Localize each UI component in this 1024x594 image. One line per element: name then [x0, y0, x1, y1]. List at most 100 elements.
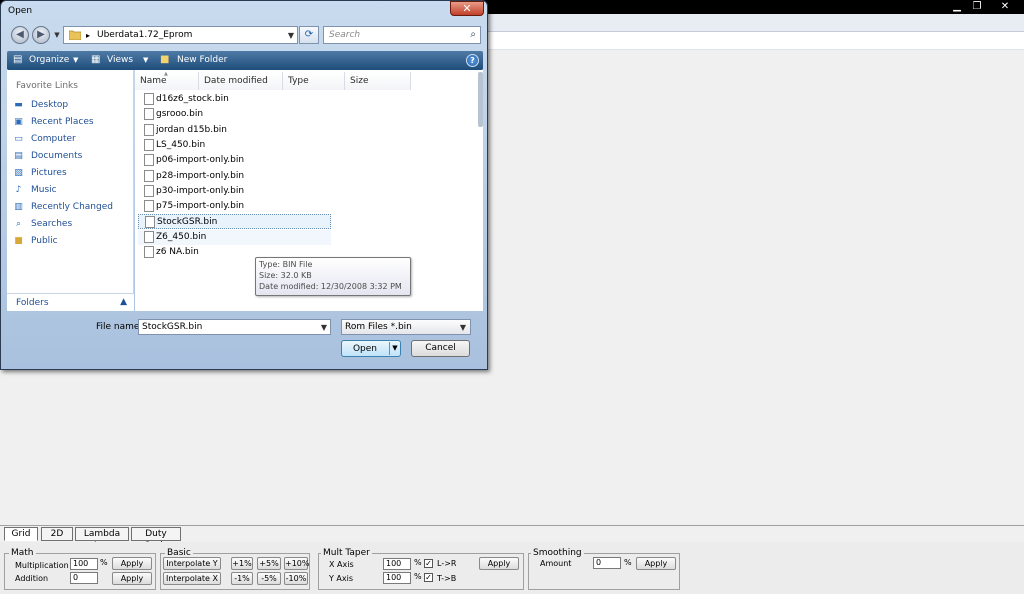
sidebar-item-documents[interactable]: ▤ Documents [12, 149, 130, 163]
file-row[interactable]: gsrooo.bin [138, 107, 331, 122]
file-row[interactable]: jordan d15b.bin [138, 123, 331, 138]
multiplication-input[interactable]: 100 [70, 558, 98, 570]
y-axis-input[interactable]: 100 [383, 572, 411, 584]
column-header-size[interactable]: Size [345, 72, 411, 90]
forward-button[interactable]: ▶ [32, 26, 50, 44]
folders-label: Folders [16, 298, 49, 308]
plus-1-percent-button[interactable]: +1% [231, 557, 253, 570]
sidebar-item-public[interactable]: ■ Public [12, 234, 130, 248]
organize-dropdown-icon[interactable]: ▼ [73, 54, 78, 66]
search-input[interactable]: Search ⌕ [323, 26, 481, 44]
views-icon: ▦ [91, 54, 101, 65]
interpolate-x-button[interactable]: Interpolate X [163, 572, 221, 585]
views-button[interactable]: Views [107, 54, 133, 66]
search-icon[interactable]: ⌕ [470, 29, 476, 41]
chevron-down-icon[interactable]: ▼ [460, 322, 466, 333]
sidebar-item-computer[interactable]: ▭ Computer [12, 132, 130, 146]
file-row[interactable]: p06-import-only.bin [138, 153, 331, 168]
multiplication-percent: % [100, 558, 108, 567]
refresh-button[interactable]: ⟳ [299, 26, 319, 44]
file-row[interactable]: p28-import-only.bin [138, 169, 331, 184]
smoothing-apply-button[interactable]: Apply [636, 557, 676, 570]
open-file-dialog: Open ✕ ◀ ▶ ▼ ▸ Uberdata1.72_Eprom ▼ ⟳ Se… [0, 0, 488, 370]
open-button[interactable]: Open ▼ [341, 340, 401, 357]
documents-icon: ▤ [14, 151, 23, 161]
column-header-date-modified[interactable]: Date modified [199, 72, 283, 90]
file-row-hovered[interactable]: Z6_450.bin [138, 230, 331, 245]
file-type-select[interactable]: Rom Files *.bin ▼ [341, 319, 471, 335]
file-name: p06-import-only.bin [156, 155, 245, 165]
sidebar-item-recently-changed[interactable]: ▥ Recently Changed [12, 200, 130, 214]
file-type-value: Rom Files *.bin [345, 322, 412, 332]
plus-5-percent-button[interactable]: +5% [257, 557, 281, 570]
scrollbar-thumb[interactable] [478, 72, 483, 127]
interpolate-y-button[interactable]: Interpolate Y [163, 557, 221, 570]
math-apply-addition-button[interactable]: Apply [112, 572, 152, 585]
help-icon[interactable]: ? [466, 54, 479, 67]
mult-taper-apply-button[interactable]: Apply [479, 557, 519, 570]
sort-ascending-icon: ▲ [164, 71, 168, 77]
breadcrumb-current-folder[interactable]: Uberdata1.72_Eprom [97, 30, 192, 41]
address-dropdown-icon[interactable]: ▼ [288, 30, 294, 41]
sidebar-item-searches[interactable]: ⌕ Searches [12, 217, 130, 231]
recent-pages-dropdown-icon[interactable]: ▼ [52, 29, 62, 41]
maximize-button[interactable]: ❐ [968, 0, 986, 14]
file-name: LS_450.bin [156, 140, 206, 150]
x-axis-input[interactable]: 100 [383, 558, 411, 570]
close-window-button[interactable]: ✕ [994, 0, 1016, 14]
breadcrumb-separator-icon: ▸ [86, 31, 91, 40]
new-folder-button[interactable]: New Folder [177, 54, 227, 66]
file-row[interactable]: p75-import-only.bin [138, 199, 331, 214]
address-bar[interactable]: ▸ Uberdata1.72_Eprom ▼ [63, 26, 298, 44]
back-arrow-icon: ◀ [16, 29, 24, 40]
y-axis-label: Y Axis [329, 574, 354, 583]
minus-5-percent-button[interactable]: -5% [257, 572, 281, 585]
x-axis-label: X Axis [329, 560, 354, 569]
recent-places-icon: ▣ [14, 117, 23, 127]
dialog-close-button[interactable]: ✕ [450, 1, 484, 16]
folders-toggle[interactable]: Folders ▲ [7, 293, 134, 311]
file-row[interactable]: d16z6_stock.bin [138, 92, 331, 107]
chevron-down-icon[interactable]: ▼ [321, 322, 327, 333]
file-row-selected[interactable]: StockGSR.bin [138, 214, 331, 229]
sidebar-item-recent-places[interactable]: ▣ Recent Places [12, 115, 130, 129]
minimize-button[interactable]: ▁ [948, 0, 966, 14]
recently-changed-icon: ▥ [14, 202, 23, 212]
back-button[interactable]: ◀ [11, 26, 29, 44]
smoothing-group-title: Smoothing [531, 548, 584, 558]
file-name: Z6_450.bin [156, 232, 207, 242]
addition-input[interactable]: 0 [70, 572, 98, 584]
sidebar-item-desktop[interactable]: ▬ Desktop [12, 98, 130, 112]
open-options-dropdown-icon[interactable]: ▼ [389, 342, 400, 355]
l-to-r-checkbox[interactable]: ✓ [424, 559, 433, 568]
file-name: p30-import-only.bin [156, 186, 245, 196]
forward-arrow-icon: ▶ [37, 29, 45, 40]
sidebar-item-pictures[interactable]: ▧ Pictures [12, 166, 130, 180]
organize-button[interactable]: Organize [29, 54, 69, 66]
file-row[interactable]: p30-import-only.bin [138, 184, 331, 199]
y-axis-percent: % [414, 572, 422, 581]
minus-10-percent-button[interactable]: -10% [284, 572, 308, 585]
file-row[interactable]: LS_450.bin [138, 138, 331, 153]
addition-label: Addition [15, 574, 49, 583]
column-header-type[interactable]: Type [283, 72, 345, 90]
tab-2d[interactable]: 2D [41, 527, 73, 541]
math-apply-multiplication-button[interactable]: Apply [112, 557, 152, 570]
tab-lambda-log[interactable]: Lambda Log [75, 527, 129, 551]
tab-grid[interactable]: Grid [4, 527, 38, 541]
cancel-button[interactable]: Cancel [411, 340, 470, 357]
plus-10-percent-button[interactable]: +10% [284, 557, 309, 570]
file-name-combobox[interactable]: StockGSR.bin ▼ [138, 319, 331, 335]
smoothing-amount-input[interactable]: 0 [593, 557, 621, 569]
file-name: p28-import-only.bin [156, 171, 245, 181]
file-name-input[interactable]: StockGSR.bin [142, 322, 202, 333]
file-icon [144, 154, 154, 166]
views-dropdown-icon[interactable]: ▼ [143, 54, 148, 66]
sidebar-item-music[interactable]: ♪ Music [12, 183, 130, 197]
x-axis-percent: % [414, 558, 422, 567]
sidebar-item-label: Recent Places [31, 117, 94, 127]
tooltip-date-modified: Date modified: 12/30/2008 3:32 PM [259, 282, 402, 291]
minus-1-percent-button[interactable]: -1% [231, 572, 253, 585]
t-to-b-checkbox[interactable]: ✓ [424, 573, 433, 582]
tab-duty-cycle[interactable]: Duty Cycle [131, 527, 181, 551]
